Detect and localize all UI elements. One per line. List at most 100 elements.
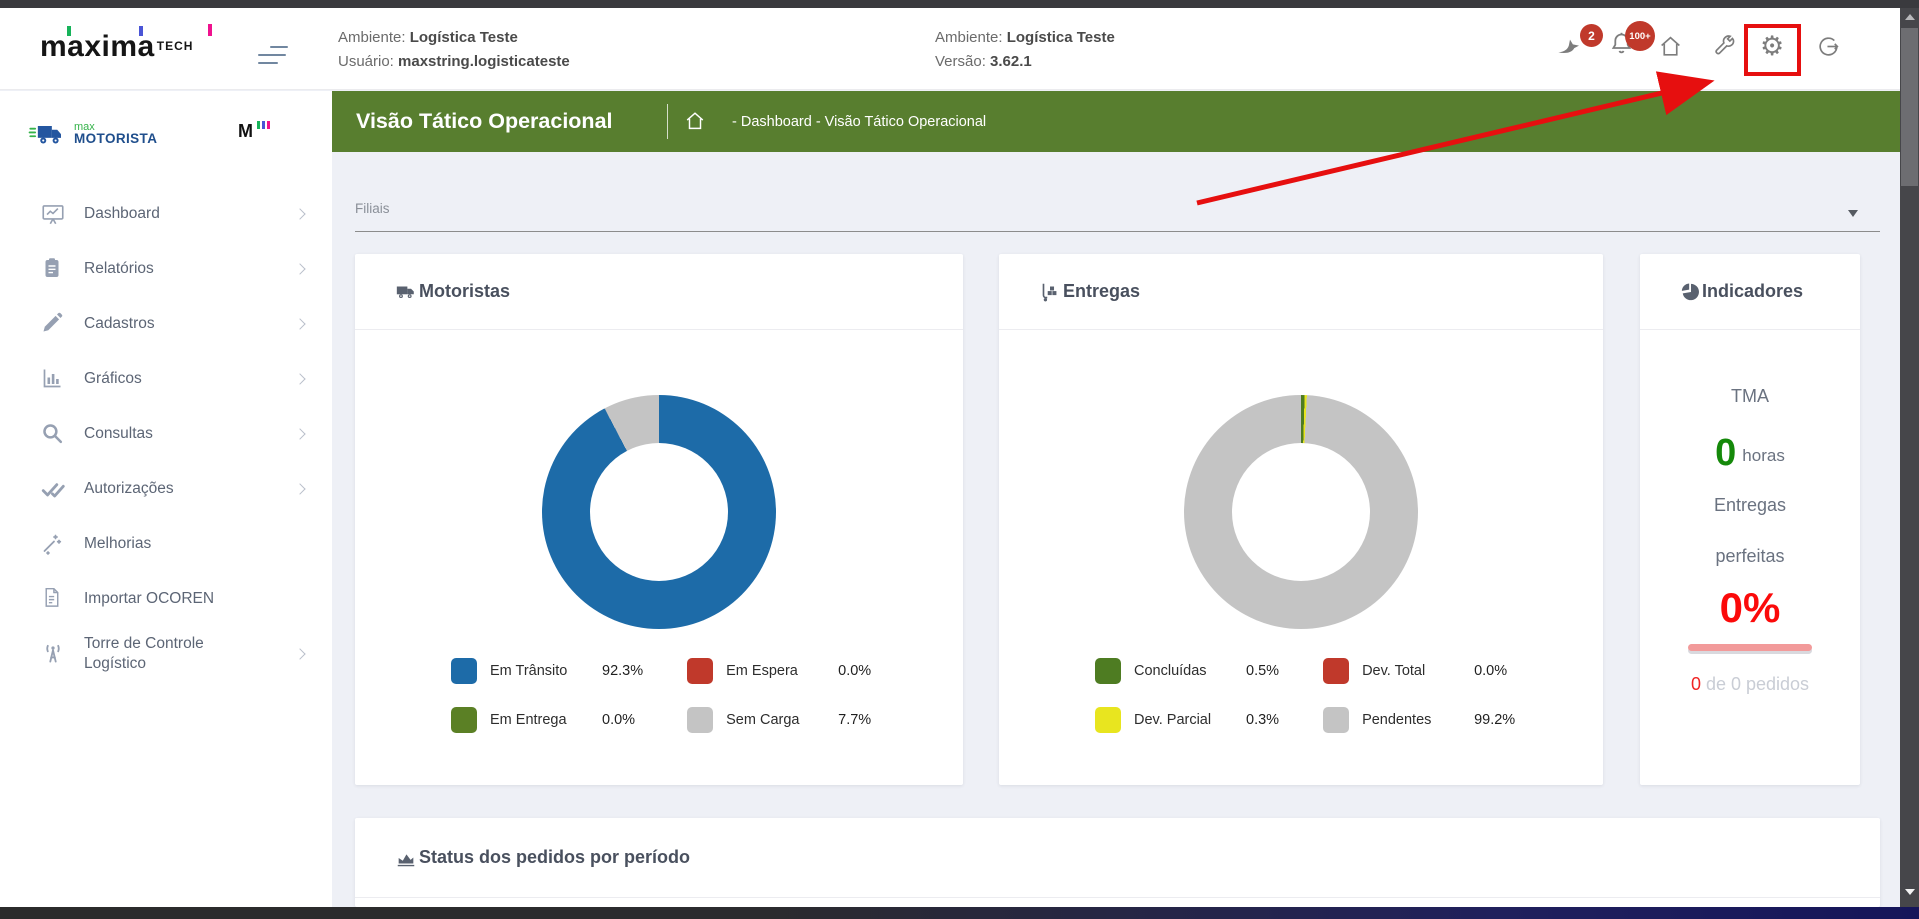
scroll-up-button[interactable] <box>1900 8 1919 26</box>
sidebar-item-relatorios[interactable]: Relatórios <box>0 241 332 296</box>
dashboard-chart-easel-icon <box>40 201 66 227</box>
sidebar-item-dashboard[interactable]: Dashboard <box>0 186 332 241</box>
entregas-card-header: Entregas <box>999 254 1603 330</box>
tools-button[interactable] <box>1712 34 1737 59</box>
legend-swatch <box>1095 707 1121 733</box>
home-icon <box>1661 36 1680 56</box>
legend-value: 0.0% <box>838 663 872 679</box>
legend-item: Em Trânsito 92.3% <box>451 658 643 684</box>
notifications-count-badge[interactable]: 100+ <box>1625 21 1655 51</box>
antenna-tower-icon <box>40 641 66 667</box>
select-underline <box>355 231 1880 232</box>
mini-m-text: M <box>238 121 253 141</box>
perfect-deliveries-percent: 0% <box>1719 584 1781 631</box>
sidebar-item-consultas[interactable]: Consultas <box>0 406 332 461</box>
sidebar-item-melhorias[interactable]: Melhorias <box>0 516 332 571</box>
scrollbar-thumb[interactable] <box>1901 28 1918 186</box>
indicadores-card: Indicadores TMA 0 horas Entregas perfeita… <box>1640 254 1860 785</box>
bar-chart-icon <box>40 366 66 392</box>
pedidos-count: 0 de 0 pedidos <box>1640 674 1860 695</box>
logout-icon <box>1819 37 1839 56</box>
logo-brand-text: maxima <box>40 30 155 63</box>
legend-value: 0.0% <box>602 712 636 728</box>
tma-value-line: 0 horas <box>1640 432 1860 475</box>
breadcrumb: - Dashboard - Visão Tático Operacional <box>732 113 987 130</box>
ambiente2-value: Logística Teste <box>1006 29 1115 46</box>
sidebar-item-torre-controle[interactable]: Torre de Controle Logístico <box>0 626 332 681</box>
browser-top-edge <box>0 0 1919 8</box>
logo-green-tick <box>67 26 71 36</box>
legend-item: Sem Carga 7.7% <box>687 707 871 733</box>
versao-value: 3.62.1 <box>990 53 1032 70</box>
scroll-down-button[interactable] <box>1900 883 1919 901</box>
area-chart-icon <box>395 847 417 869</box>
announcements-count-badge[interactable]: 2 <box>1580 24 1603 47</box>
wrench-icon <box>1715 35 1735 55</box>
legend-swatch <box>687 707 714 733</box>
maxima-tech-logo: maxima TECH <box>40 24 240 72</box>
page-scrollbar[interactable] <box>1900 8 1919 907</box>
legend-label: Sem Carga <box>726 712 800 728</box>
entregas-card: Entregas Concluídas 0.5% Dev. Total 0.0%… <box>999 254 1603 785</box>
legend-item: Dev. Total 0.0% <box>1323 658 1515 684</box>
legend-label: Em Trânsito <box>490 663 568 679</box>
environment-version-info: Ambiente: Logística Teste Versão: 3.62.1 <box>935 26 1115 74</box>
legend-item: Em Espera 0.0% <box>687 658 871 684</box>
entregas-perfeitas-line1: Entregas <box>1713 495 1787 515</box>
status-card-title: Status dos pedidos por período <box>419 847 691 867</box>
breadcrumb-home-icon[interactable] <box>684 110 706 137</box>
sidebar-item-label: Dashboard <box>84 204 160 222</box>
filiais-label: Filiais <box>355 201 390 216</box>
legend-item: Pendentes 99.2% <box>1323 707 1515 733</box>
magic-wand-icon <box>40 531 66 557</box>
sidebar-item-label: Gráficos <box>84 369 142 387</box>
sidebar-item-label: Melhorias <box>84 534 152 552</box>
chevron-right-icon <box>294 427 306 440</box>
chevron-right-icon <box>294 317 306 330</box>
ambiente2-label: Ambiente: <box>935 29 1003 46</box>
tma-unit: horas <box>1742 446 1785 465</box>
double-check-icon <box>40 476 66 502</box>
logo-pink-tick <box>208 24 212 36</box>
legend-swatch <box>1323 707 1350 733</box>
indicadores-card-header: Indicadores <box>1640 254 1860 330</box>
versao-label: Versão: <box>935 53 986 70</box>
clipboard-icon <box>40 256 66 282</box>
legend-value: 92.3% <box>602 663 644 679</box>
sidebar-item-autorizacoes[interactable]: Autorizações <box>0 461 332 516</box>
main-content: Filiais Motoristas Em Trânsito 92.3% Em … <box>332 152 1900 907</box>
home-button[interactable] <box>1658 34 1683 59</box>
motoristas-card-header: Motoristas <box>355 254 963 330</box>
entregas-donut-chart <box>1184 395 1418 629</box>
legend-swatch <box>451 707 477 733</box>
ambiente-label: Ambiente: <box>338 29 406 46</box>
pedidos-count-value: 0 <box>1690 674 1701 694</box>
logout-button[interactable] <box>1816 34 1841 59</box>
sidebar-item-cadastros[interactable]: Cadastros <box>0 296 332 351</box>
sidebar-menu: Dashboard Relatórios Cadastros Gráficos … <box>0 186 332 681</box>
pedidos-count-rest: de 0 pedidos <box>1700 674 1810 694</box>
page-titlebar: Visão Tático Operacional - Dashboard - V… <box>332 91 1900 152</box>
legend-item: Concluídas 0.5% <box>1095 658 1279 684</box>
triangle-up-icon <box>1904 14 1915 20</box>
legend-label: Em Entrega <box>490 712 567 728</box>
sidebar-toggle-button[interactable] <box>258 46 290 66</box>
sidebar-item-graficos[interactable]: Gráficos <box>0 351 332 406</box>
truck-icon <box>28 126 61 144</box>
settings-button[interactable]: ⚙ <box>1760 33 1784 61</box>
legend-value: 0.0% <box>1474 663 1508 679</box>
indicadores-card-title: Indicadores <box>1702 281 1804 301</box>
chevron-right-icon <box>294 372 306 385</box>
legend-label: Dev. Parcial <box>1134 712 1212 728</box>
legend-label: Em Espera <box>726 663 798 679</box>
filiais-select[interactable]: Filiais <box>355 200 1880 234</box>
tma-label: TMA <box>1731 386 1769 406</box>
sidebar-item-importar-ocoren[interactable]: Importar OCOREN <box>0 571 332 626</box>
entregas-perfeitas-line2: perfeitas <box>1715 546 1785 566</box>
app-window: maxima TECH Ambiente: Logística Teste Usu… <box>0 0 1919 919</box>
dropdown-arrow-icon <box>1848 210 1858 217</box>
legend-value: 0.3% <box>1246 712 1280 728</box>
chevron-right-icon <box>294 207 306 220</box>
legend-value: 7.7% <box>838 712 872 728</box>
legend-label: Pendentes <box>1362 712 1432 728</box>
